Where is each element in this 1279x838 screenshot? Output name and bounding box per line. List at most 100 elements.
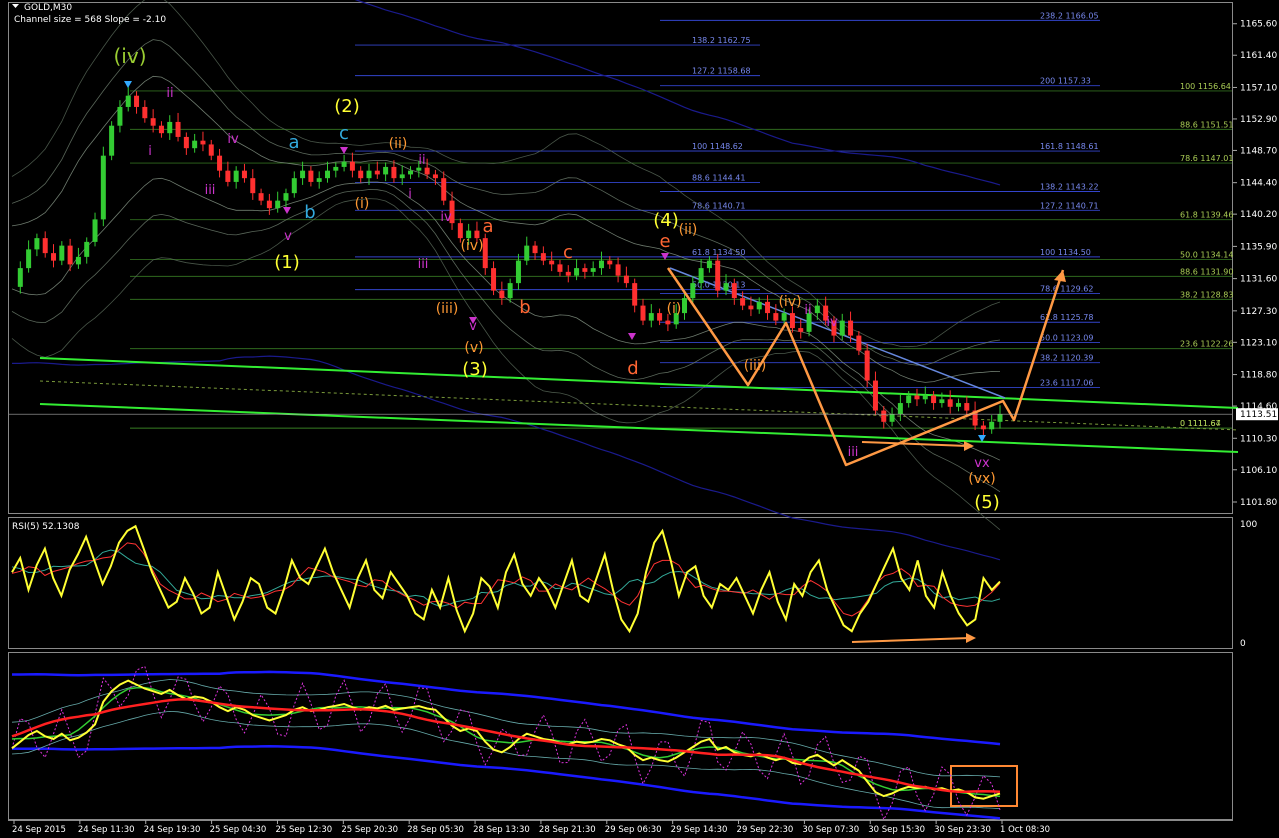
candle-body <box>26 249 32 269</box>
candle-body <box>964 403 970 411</box>
candle-body <box>391 166 397 179</box>
candle-body <box>258 193 264 201</box>
fib-level-label: 38.2 1128.83 <box>1180 290 1233 299</box>
candle-body <box>158 125 164 134</box>
wave-label: c <box>339 123 349 144</box>
candle-body <box>51 253 57 261</box>
candle-body <box>914 395 920 400</box>
candle-body <box>275 200 281 209</box>
fib-level-label: 238.2 1166.05 <box>1040 11 1099 20</box>
candle-body <box>665 320 671 325</box>
wave-label: (iii) <box>744 358 767 374</box>
candle-body <box>349 161 355 171</box>
candle-body <box>59 245 65 261</box>
fib-level-label: 100 1134.50 <box>1040 248 1091 257</box>
wave-label: (vx) <box>968 471 996 487</box>
wave-label: (4) <box>653 210 679 231</box>
candle-body <box>125 95 131 107</box>
fib-level-label: 50.0 1123.09 <box>1040 333 1093 342</box>
candle-body <box>881 410 887 422</box>
candle-body <box>167 121 173 134</box>
candle-body <box>225 170 231 182</box>
candle-body <box>623 275 629 284</box>
time-tick-label: 30 Sep 15:30 <box>868 825 925 835</box>
time-tick-label: 28 Sep 05:30 <box>407 825 464 835</box>
price-tick-label: 1101.80 <box>1240 498 1277 508</box>
candle-body <box>839 320 845 336</box>
fib-level-label: 78.6 1140.71 <box>692 201 745 210</box>
candle-body <box>740 298 746 306</box>
time-tick-label: 24 Sep 2015 <box>12 825 66 835</box>
price-tick-label: 1131.60 <box>1240 275 1277 285</box>
wave-label: (i) <box>355 196 370 212</box>
fib-level-label: 23.6 1117.06 <box>1040 379 1093 388</box>
candle-body <box>715 260 721 291</box>
candle-body <box>358 170 364 179</box>
candle-body <box>989 421 995 430</box>
candle-body <box>416 167 422 171</box>
fib-level-label: 88.6 1131.90 <box>1180 267 1233 276</box>
price-tick-label: 1148.70 <box>1240 146 1277 156</box>
candle-body <box>848 320 854 336</box>
fib-level-label: 200 1157.33 <box>1040 77 1091 86</box>
fib-level-label: 127.2 1140.71 <box>1040 201 1099 210</box>
wave-label: ii <box>804 303 811 318</box>
candle-body <box>723 283 729 291</box>
time-tick-label: 28 Sep 21:30 <box>539 825 596 835</box>
time-tick-label: 30 Sep 07:30 <box>802 825 859 835</box>
candle-body <box>632 283 638 306</box>
candle-body <box>748 305 754 310</box>
candle-body <box>457 223 463 239</box>
candle-body <box>366 170 372 179</box>
fib-level-label: 100 1156.64 <box>1180 82 1231 91</box>
time-tick-label: 25 Sep 04:30 <box>210 825 267 835</box>
wave-label: ii <box>418 153 425 168</box>
candle-body <box>17 268 23 287</box>
wave-label: iv <box>826 315 838 330</box>
wave-label: (2) <box>334 96 360 117</box>
candle-body <box>432 174 438 179</box>
price-tick-label: 1161.40 <box>1240 51 1277 61</box>
candle-body <box>781 313 787 321</box>
candle-body <box>150 118 156 126</box>
candle-body <box>615 264 621 276</box>
candle-body <box>441 178 447 201</box>
time-tick-label: 28 Sep 13:30 <box>473 825 530 835</box>
fib-level-label: 88.6 1151.51 <box>1180 120 1233 129</box>
candle-body <box>906 395 912 404</box>
candle-body <box>731 283 737 299</box>
time-tick-label: 24 Sep 19:30 <box>144 825 201 835</box>
wave-label: (3) <box>462 359 488 380</box>
time-tick-label: 29 Sep 14:30 <box>671 825 728 835</box>
rsi-axis-label: 0 <box>1240 639 1246 649</box>
fib-level-label: 138.2 1162.75 <box>692 36 751 45</box>
wave-label: a <box>482 216 493 237</box>
current-price-label: 1113.51 <box>1240 410 1277 420</box>
candle-body <box>889 414 895 422</box>
wave-label: c <box>563 242 573 263</box>
wave-label: i <box>408 187 412 202</box>
fib-level-label: 23.6 1122.26 <box>1180 340 1233 349</box>
candle-body <box>75 256 81 265</box>
candle-body <box>341 161 347 167</box>
price-tick-label: 1106.10 <box>1240 466 1277 476</box>
candle-body <box>955 403 961 407</box>
time-tick-label: 30 Sep 23:30 <box>934 825 991 835</box>
wave-label: (ii) <box>679 222 698 238</box>
candle-body <box>590 268 596 272</box>
candle-body <box>532 245 538 254</box>
candle-body <box>922 395 928 400</box>
candle-body <box>466 230 472 239</box>
candle-body <box>997 414 1003 422</box>
candle-body <box>648 313 654 321</box>
candle-body <box>897 403 903 415</box>
channel-info-label: Channel size = 568 Slope = -2.10 <box>14 15 166 25</box>
wave-label: (iv) <box>460 238 483 254</box>
fib-level-label: 138.2 1143.22 <box>1040 183 1099 192</box>
candle-body <box>300 170 306 179</box>
wave-label: (ii) <box>389 136 408 152</box>
wave-label: v <box>284 229 292 244</box>
candle-body <box>42 238 48 254</box>
candle-body <box>515 260 521 284</box>
wave-label: (iii) <box>436 301 459 317</box>
